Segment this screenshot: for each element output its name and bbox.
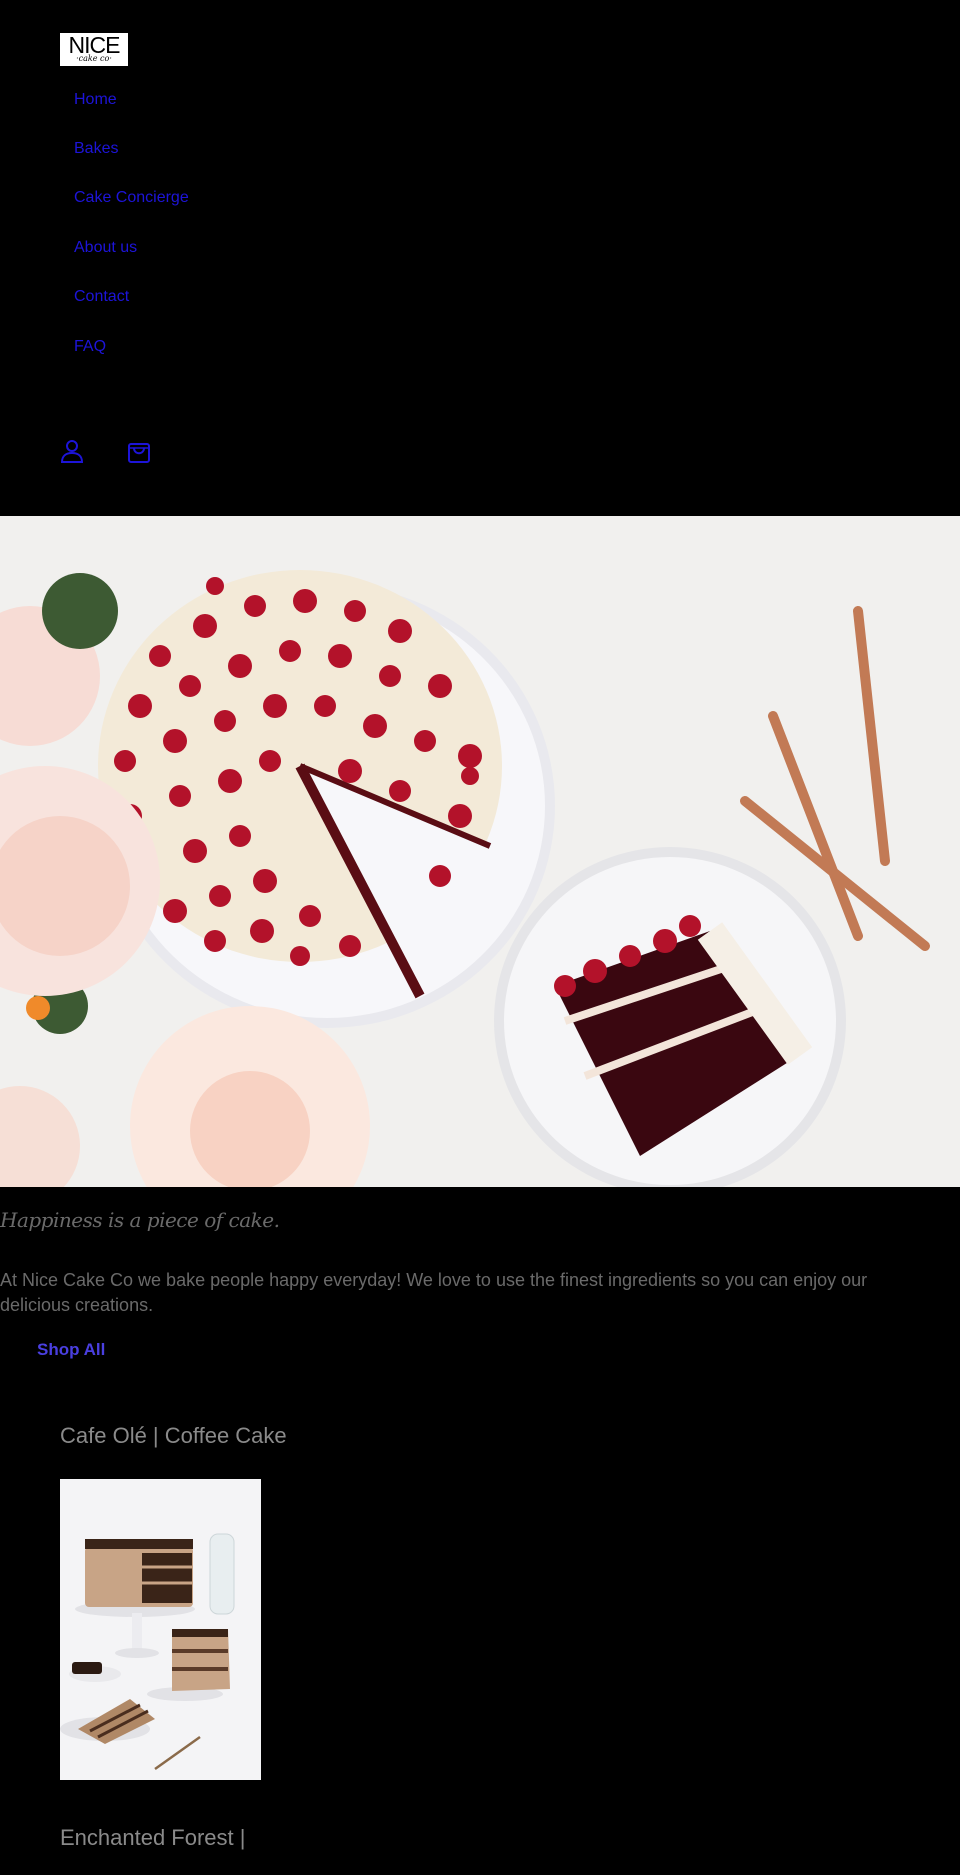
cart-icon[interactable]: [126, 438, 152, 464]
shop-all-link[interactable]: Shop All: [37, 1340, 105, 1360]
nav-contact[interactable]: Contact: [74, 288, 129, 306]
site-logo[interactable]: NICE ·cake co·: [60, 33, 128, 66]
logo-line-2: ·cake co·: [76, 54, 112, 63]
nav-cake-concierge[interactable]: Cake Concierge: [74, 189, 189, 207]
intro-text: At Nice Cake Co we bake people happy eve…: [0, 1270, 868, 1315]
tagline: Happiness is a piece of cake.: [0, 1208, 280, 1232]
nav-home[interactable]: Home: [74, 91, 117, 109]
nav-about-us[interactable]: About us: [74, 239, 137, 257]
product-title[interactable]: Cafe Olé | Coffee Cake: [60, 1422, 300, 1450]
nav-faq[interactable]: FAQ: [74, 338, 106, 356]
product-title[interactable]: Enchanted Forest |: [60, 1824, 300, 1852]
product-image[interactable]: [60, 1479, 261, 1780]
site-header: NICE ·cake co· Home Bakes Cake Concierge…: [0, 0, 960, 516]
account-icon[interactable]: [59, 438, 85, 464]
hero-image: [0, 516, 960, 1187]
nav-bakes[interactable]: Bakes: [74, 140, 118, 158]
